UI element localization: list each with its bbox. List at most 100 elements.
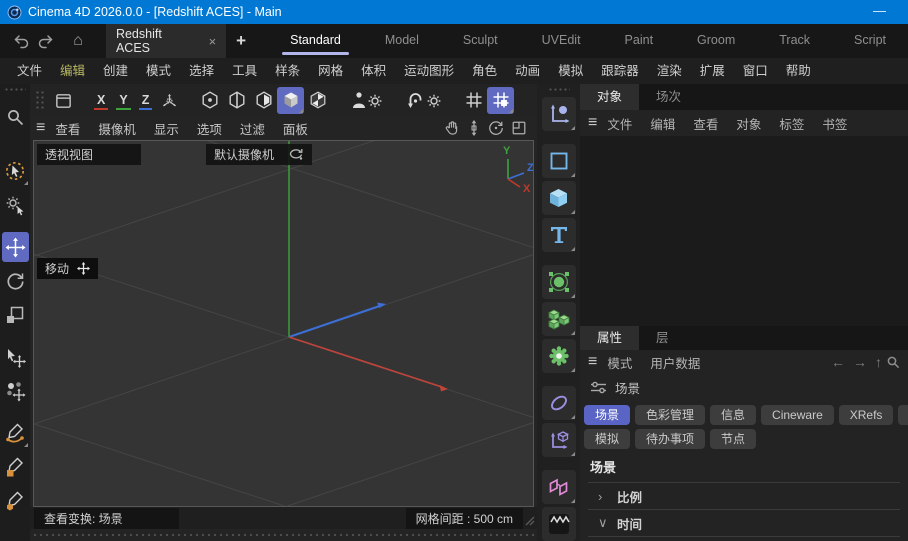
menu-edit[interactable]: 编辑 (51, 58, 94, 84)
om-menu-bookmarks[interactable]: 书签 (814, 114, 855, 133)
hex-pen-tool-icon[interactable] (2, 486, 29, 516)
chip-xrefs[interactable]: XRefs (839, 405, 894, 425)
document-tab[interactable]: Redshift ACES × (106, 24, 226, 58)
texture-mode-icon[interactable] (304, 87, 331, 114)
polygons-mode-icon[interactable] (250, 87, 277, 114)
viewport-menu-view[interactable]: 查看 (47, 119, 88, 138)
viewport-solo-icon[interactable] (50, 87, 77, 114)
layout-tab-paint[interactable]: Paint (603, 24, 676, 58)
dolly-view-icon[interactable] (467, 120, 481, 136)
uturn-gear-icon[interactable] (401, 87, 447, 114)
person-gear-icon[interactable] (344, 87, 388, 114)
instance-icon[interactable] (542, 470, 576, 504)
home-icon[interactable]: ⌂ (66, 29, 90, 53)
axis-x-toggle[interactable]: X (94, 91, 108, 110)
field-icon[interactable] (542, 423, 576, 457)
menu-animate[interactable]: 动画 (506, 58, 549, 84)
resize-grip-icon[interactable] (525, 516, 535, 526)
chip-animation[interactable]: 动画 (898, 405, 908, 425)
viewport-menu-display[interactable]: 显示 (146, 119, 187, 138)
group-scale[interactable]: › 比例 (588, 483, 900, 510)
menu-simulate[interactable]: 模拟 (549, 58, 592, 84)
axis-z-toggle[interactable]: Z (139, 91, 153, 110)
tab-objects[interactable]: 对象 (580, 84, 639, 110)
group-time[interactable]: ∨ 时间 (588, 510, 900, 537)
chip-nodes[interactable]: 节点 (710, 429, 756, 449)
om-menu-objects[interactable]: 对象 (728, 114, 769, 133)
chip-info[interactable]: 信息 (710, 405, 756, 425)
object-manager-hamburger-icon[interactable]: ≡ (588, 115, 597, 131)
grid-icon[interactable] (460, 87, 487, 114)
menu-mode[interactable]: 模式 (137, 58, 180, 84)
mode-sliders-icon[interactable] (590, 381, 607, 394)
viewport-menu-panel[interactable]: 面板 (275, 119, 316, 138)
model-mode-icon[interactable] (277, 87, 304, 114)
object-list[interactable] (580, 136, 908, 326)
layout-tab-sculpt[interactable]: Sculpt (441, 24, 520, 58)
pan-view-icon[interactable] (444, 120, 460, 136)
menu-create[interactable]: 创建 (94, 58, 137, 84)
volume-builder-icon[interactable] (542, 302, 576, 336)
search-icon[interactable] (2, 102, 29, 132)
spline-pen-tool-icon[interactable] (2, 418, 29, 448)
tool-settings-icon[interactable] (2, 190, 29, 220)
om-menu-file[interactable]: 文件 (599, 114, 640, 133)
menu-help[interactable]: 帮助 (777, 58, 820, 84)
menu-extensions[interactable]: 扩展 (691, 58, 734, 84)
camera-cycle-icon[interactable] (288, 148, 304, 161)
tweak-move-tool-icon[interactable] (2, 342, 29, 372)
deformer-icon[interactable] (542, 386, 576, 420)
text-primitive-icon[interactable] (542, 218, 576, 252)
layout-tab-uvedit[interactable]: UVEdit (520, 24, 603, 58)
rotate-tool-icon[interactable] (2, 266, 29, 296)
am-menu-mode[interactable]: 模式 (599, 353, 640, 372)
viewport-menu-camera[interactable]: 摄像机 (90, 119, 144, 138)
viewport-menu-filter[interactable]: 过滤 (232, 119, 273, 138)
mode-object-label[interactable]: 场景 (615, 378, 640, 397)
toggle-panel-layout-icon[interactable] (511, 120, 527, 136)
menu-tools[interactable]: 工具 (223, 58, 266, 84)
menu-mesh[interactable]: 网格 (309, 58, 352, 84)
live-selection-tool-icon[interactable] (2, 156, 29, 186)
cube-primitive-icon[interactable] (542, 181, 576, 215)
viewport-canvas[interactable]: 透视视图 默认摄像机 Y Z X 移动 (33, 140, 534, 507)
palette-drag-handle[interactable] (4, 87, 26, 93)
camera-label-chip[interactable]: 默认摄像机 (206, 144, 312, 165)
attribute-manager-hamburger-icon[interactable]: ≡ (588, 354, 597, 370)
points-mode-icon[interactable] (196, 87, 223, 114)
square-pen-tool-icon[interactable] (2, 452, 29, 482)
tab-attributes[interactable]: 属性 (580, 326, 639, 350)
add-tab-icon[interactable]: + (236, 31, 246, 51)
history-up-icon[interactable]: ↑ (871, 354, 886, 370)
chip-cineware[interactable]: Cineware (761, 405, 834, 425)
cloner-icon[interactable] (542, 265, 576, 299)
create-palette-drag-handle[interactable] (548, 87, 570, 91)
layout-tab-script[interactable]: Script (832, 24, 908, 58)
multi-move-tool-icon[interactable] (2, 376, 29, 406)
chevron-right-icon[interactable]: › (598, 489, 608, 504)
layout-tab-standard[interactable]: Standard (268, 24, 363, 58)
chip-scene[interactable]: 场景 (584, 405, 630, 425)
history-forward-icon[interactable]: → (849, 354, 871, 370)
menu-volume[interactable]: 体积 (352, 58, 395, 84)
edges-mode-icon[interactable] (223, 87, 250, 114)
menu-character[interactable]: 角色 (463, 58, 506, 84)
viewport-menu-options[interactable]: 选项 (189, 119, 230, 138)
viewport-hamburger-icon[interactable]: ≡ (36, 120, 45, 136)
layout-tab-track[interactable]: Track (757, 24, 832, 58)
scale-tool-icon[interactable] (2, 300, 29, 330)
chip-color-management[interactable]: 色彩管理 (635, 405, 705, 425)
minimize-button[interactable]: — (873, 0, 886, 24)
om-menu-edit[interactable]: 编辑 (642, 114, 683, 133)
om-menu-view[interactable]: 查看 (685, 114, 726, 133)
simulation-gear-icon[interactable] (542, 339, 576, 373)
orbit-view-icon[interactable] (488, 120, 504, 136)
menu-mograph[interactable]: 运动图形 (395, 58, 463, 84)
move-tool-icon[interactable] (2, 232, 29, 262)
layout-tab-groom[interactable]: Groom (675, 24, 757, 58)
tab-layers[interactable]: 层 (639, 326, 686, 350)
toolbar-drag-handle[interactable] (35, 90, 45, 110)
undo-icon[interactable] (10, 29, 34, 53)
attribute-search-icon[interactable] (886, 355, 900, 369)
coordinate-tool-icon[interactable] (542, 97, 576, 131)
